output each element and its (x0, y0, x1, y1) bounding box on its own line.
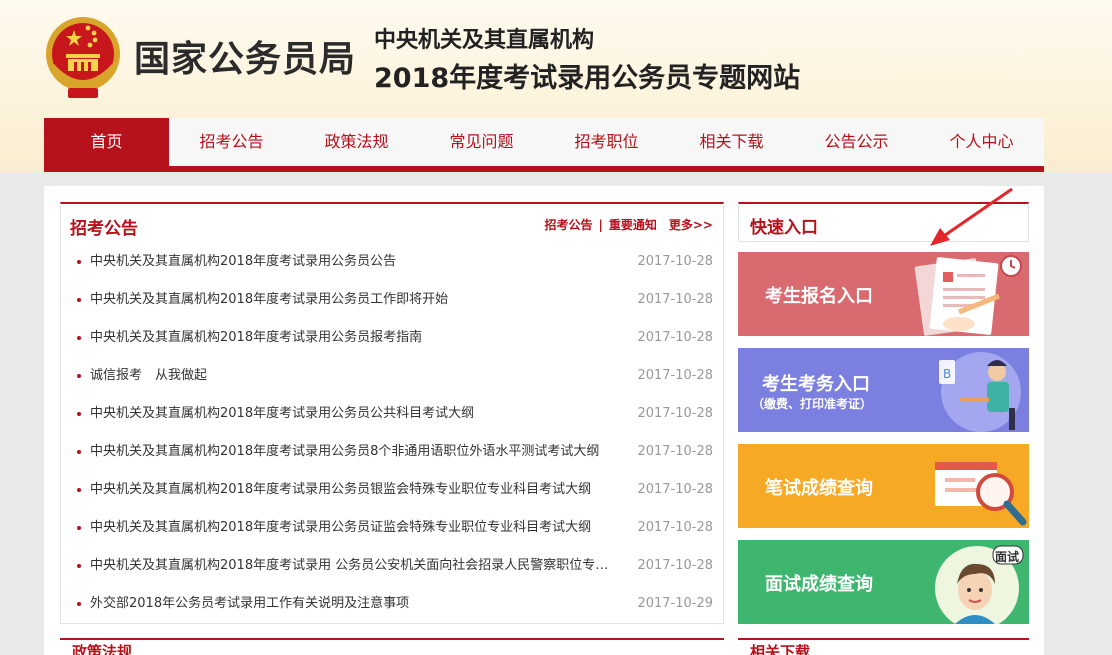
svg-text:B: B (943, 367, 951, 381)
news-title[interactable]: 外交部2018年公务员考试录用工作有关说明及注意事项 (90, 585, 620, 623)
organization-name: 国家公务员局 (134, 39, 357, 80)
news-title[interactable]: 中央机关及其直属机构2018年度考试录用公务员工作即将开始 (90, 281, 620, 319)
news-item[interactable]: 中央机关及其直属机构2018年度考试录用公务员公告 2017-10-28 (61, 243, 723, 281)
news-date: 2017-10-28 (637, 254, 713, 269)
downloads-panel-title: 相关下载 (750, 643, 811, 655)
notice-panel-title: 招考公告 (70, 219, 138, 239)
bullet-icon (77, 298, 81, 302)
nav-item-downloads[interactable]: 相关下载 (669, 118, 794, 166)
entry-label[interactable]: 笔试成绩查询 (765, 474, 873, 500)
news-item[interactable]: 中央机关及其直属机构2018年度考试录用公务员银监会特殊专业职位专业科目考试大纲… (61, 471, 723, 509)
bullet-icon (77, 564, 81, 568)
person-at-computer-icon: B (939, 352, 1021, 432)
link-separator: | (598, 218, 603, 232)
interview-score-query-button[interactable]: 面试成绩查询 面试 (738, 540, 1029, 624)
news-date: 2017-10-29 (637, 596, 713, 611)
annotation-arrow-icon (930, 187, 1013, 246)
site-title: 2018年度考试录用公务员专题网站 (374, 63, 801, 94)
news-item[interactable]: 中央机关及其直属机构2018年度考试录用公务员证监会特殊专业职位专业科目考试大纲… (61, 509, 723, 547)
entry-sublabel: （缴费、打印准考证） (752, 397, 873, 411)
entry-label[interactable]: 考生考务入口 (762, 370, 870, 396)
notice-panel-header: 招考公告 招考公告 | 重要通知 更多>> (61, 204, 723, 242)
news-date: 2017-10-28 (637, 558, 713, 573)
content-area: 招考公告 招考公告 | 重要通知 更多>> 中央机关及其直属机构2018年度考试录用公… (44, 186, 1044, 655)
registration-form-icon (914, 255, 1022, 336)
news-title[interactable]: 诚信报考 从我做起 (90, 357, 620, 395)
news-date: 2017-10-28 (637, 520, 713, 535)
exam-registration-entry-button[interactable]: 考生报名入口 (738, 252, 1029, 336)
news-item[interactable]: 中央机关及其直属机构2018年度考试录用公务员报考指南 2017-10-28 (61, 319, 723, 357)
news-item[interactable]: 中央机关及其直属机构2018年度考试录用公务员公共科目考试大纲 2017-10-2… (61, 395, 723, 433)
news-title[interactable]: 中央机关及其直属机构2018年度考试录用公务员8个非通用语职位外语水平测试考试大… (90, 433, 620, 471)
entry-label[interactable]: 面试成绩查询 (765, 570, 873, 596)
written-score-query-button[interactable]: 笔试成绩查询 (738, 444, 1029, 528)
news-item[interactable]: 中央机关及其直属机构2018年度考试录用公务员8个非通用语职位外语水平测试考试大… (61, 433, 723, 471)
news-item[interactable]: 诚信报考 从我做起 2017-10-28 (61, 357, 723, 395)
news-item[interactable]: 中央机关及其直属机构2018年度考试录用 公务员公安机关面向社会招录人民警察职位… (61, 547, 723, 585)
entry-label[interactable]: 考生报名入口 (765, 282, 873, 308)
policy-panel-title: 政策法规 (72, 643, 133, 655)
nav-item-recruitment-notices[interactable]: 招考公告 (169, 118, 294, 166)
link-recruitment-notices[interactable]: 招考公告 (544, 218, 592, 232)
policy-panel-header: 政策法规 (60, 638, 724, 655)
link-important-notices[interactable]: 重要通知 (609, 218, 657, 232)
score-report-magnifier-icon (935, 462, 1027, 526)
notice-panel: 招考公告 招考公告 | 重要通知 更多>> 中央机关及其直属机构2018年度考试录用公… (60, 202, 724, 624)
news-date: 2017-10-28 (637, 368, 713, 383)
news-title[interactable]: 中央机关及其直属机构2018年度考试录用 公务员公安机关面向社会招录人民警察职位… (90, 547, 620, 585)
nav-item-positions[interactable]: 招考职位 (544, 118, 669, 166)
news-item[interactable]: 中央机关及其直属机构2018年度考试录用公务员工作即将开始 2017-10-28 (61, 281, 723, 319)
news-title[interactable]: 中央机关及其直属机构2018年度考试录用公务员公共科目考试大纲 (90, 395, 620, 433)
bullet-icon (77, 412, 81, 416)
news-item[interactable]: 外交部2018年公务员考试录用工作有关说明及注意事项 2017-10-29 (61, 585, 723, 623)
quick-entry-title: 快速入口 (750, 218, 818, 238)
bullet-icon (77, 260, 81, 264)
bullet-icon (77, 488, 81, 492)
news-date: 2017-10-28 (637, 482, 713, 497)
exam-affairs-entry-button[interactable]: 考生考务入口 （缴费、打印准考证） B (738, 348, 1029, 432)
bullet-icon (77, 336, 81, 340)
news-title[interactable]: 中央机关及其直属机构2018年度考试录用公务员公告 (90, 243, 620, 281)
main-nav: 首页 招考公告 政策法规 常见问题 招考职位 相关下载 公告公示 个人中心 (44, 118, 1044, 172)
interview-badge: 面试 (994, 550, 1019, 564)
more-link[interactable]: 更多>> (669, 218, 713, 232)
news-date: 2017-10-28 (637, 292, 713, 307)
nav-item-faq[interactable]: 常见问题 (419, 118, 544, 166)
bullet-icon (77, 450, 81, 454)
news-title[interactable]: 中央机关及其直属机构2018年度考试录用公务员报考指南 (90, 319, 620, 357)
news-date: 2017-10-28 (637, 444, 713, 459)
news-title[interactable]: 中央机关及其直属机构2018年度考试录用公务员证监会特殊专业职位专业科目考试大纲 (90, 509, 620, 547)
news-date: 2017-10-28 (637, 330, 713, 345)
news-title[interactable]: 中央机关及其直属机构2018年度考试录用公务员银监会特殊专业职位专业科目考试大纲 (90, 471, 620, 509)
bullet-icon (77, 602, 81, 606)
site-subtitle: 中央机关及其直属机构 (374, 28, 595, 53)
nav-item-policies[interactable]: 政策法规 (294, 118, 419, 166)
national-emblem-icon (46, 17, 120, 98)
downloads-panel-header: 相关下载 (738, 638, 1029, 655)
bullet-icon (77, 374, 81, 378)
nav-item-personal-center[interactable]: 个人中心 (919, 118, 1044, 166)
news-date: 2017-10-28 (637, 406, 713, 421)
nav-item-home[interactable]: 首页 (44, 118, 169, 166)
bullet-icon (77, 526, 81, 530)
nav-item-public-notices[interactable]: 公告公示 (794, 118, 919, 166)
notice-list: 中央机关及其直属机构2018年度考试录用公务员公告 2017-10-28 中央机关… (61, 243, 723, 623)
notice-panel-links: 招考公告 | 重要通知 更多>> (544, 216, 713, 233)
